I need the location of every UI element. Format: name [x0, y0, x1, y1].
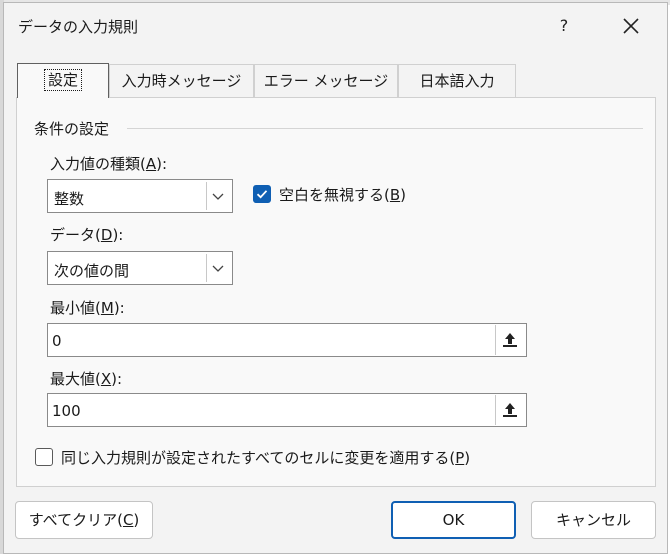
- data-label-text: データ: [50, 226, 96, 244]
- ignore-blank-label[interactable]: 空白を無視する(B): [279, 184, 406, 205]
- collapse-dialog-icon: [503, 403, 517, 417]
- maximum-accel: X: [100, 370, 112, 388]
- data-label: データ(D):: [50, 226, 124, 244]
- allow-label: 入力値の種類(A):: [50, 155, 168, 173]
- apply-all-checkbox[interactable]: [35, 448, 53, 466]
- maximum-input[interactable]: 100: [47, 393, 527, 427]
- data-dropdown-arrow[interactable]: [206, 254, 230, 282]
- tab-ime-mode-label: 日本語入力: [419, 72, 495, 90]
- minimum-range-select-button[interactable]: [495, 325, 525, 355]
- ok-button[interactable]: OK: [391, 501, 516, 539]
- minimum-accel: M: [100, 299, 114, 317]
- ignore-blank-label-text: 空白を無視する: [279, 186, 385, 204]
- maximum-range-select-button[interactable]: [495, 395, 525, 425]
- cancel-button[interactable]: キャンセル: [531, 501, 656, 539]
- data-accel: D: [100, 226, 113, 244]
- ok-label: OK: [442, 511, 465, 529]
- chevron-down-icon: [212, 193, 224, 200]
- maximum-value: 100: [52, 402, 81, 420]
- tab-input-message[interactable]: 入力時メッセージ: [109, 64, 254, 97]
- group-divider: [127, 128, 643, 129]
- maximum-label: 最大値(X):: [50, 370, 123, 388]
- allow-label-text: 入力値の種類: [50, 155, 141, 173]
- data-validation-dialog: データの入力規則 ? 設定 入力時メッセージ エラー メッセージ 日本語入力 条…: [3, 2, 668, 554]
- clear-all-accel: C: [122, 511, 134, 529]
- criteria-group-title: 条件の設定: [34, 120, 110, 138]
- minimum-label: 最小値(M):: [50, 299, 125, 317]
- collapse-dialog-icon: [503, 333, 517, 347]
- settings-panel: 条件の設定 入力値の種類(A): 整数 空白を無視する(B) データ(D): 次…: [16, 97, 656, 487]
- minimum-value: 0: [52, 332, 62, 350]
- minimum-label-text: 最小値: [50, 299, 96, 317]
- ignore-blank-checkbox[interactable]: [253, 185, 271, 203]
- apply-all-accel: P: [455, 449, 465, 467]
- apply-all-label[interactable]: 同じ入力規則が設定されたすべてのセルに変更を適用する(P): [61, 447, 470, 468]
- allow-accel: A: [145, 155, 157, 173]
- maximum-label-text: 最大値: [50, 370, 96, 388]
- title-bar[interactable]: データの入力規則 ?: [4, 3, 667, 47]
- tab-ime-mode[interactable]: 日本語入力: [398, 64, 516, 97]
- data-operator-dropdown[interactable]: 次の値の間: [47, 251, 233, 285]
- tab-settings[interactable]: 設定: [17, 63, 109, 98]
- close-icon: [623, 18, 639, 34]
- minimum-input[interactable]: 0: [47, 323, 527, 357]
- allow-dropdown-arrow[interactable]: [206, 182, 230, 210]
- check-icon: [256, 190, 268, 199]
- data-value: 次の値の間: [54, 262, 130, 280]
- dialog-title: データの入力規則: [18, 18, 139, 36]
- tab-input-message-label: 入力時メッセージ: [121, 72, 242, 90]
- clear-all-label: すべてクリア: [28, 511, 118, 529]
- allow-dropdown[interactable]: 整数: [47, 179, 233, 213]
- close-button[interactable]: [616, 12, 646, 40]
- cancel-label: キャンセル: [555, 511, 631, 529]
- chevron-down-icon: [212, 265, 224, 272]
- tab-error-alert[interactable]: エラー メッセージ: [254, 64, 398, 97]
- help-button[interactable]: ?: [552, 15, 576, 37]
- tab-error-alert-label: エラー メッセージ: [263, 72, 389, 90]
- tab-settings-label: 設定: [43, 69, 83, 91]
- allow-value: 整数: [54, 190, 85, 208]
- clear-all-button[interactable]: すべてクリア(C): [15, 501, 153, 539]
- ignore-blank-accel: B: [389, 186, 401, 204]
- apply-all-label-text: 同じ入力規則が設定されたすべてのセルに変更を適用する: [61, 449, 450, 467]
